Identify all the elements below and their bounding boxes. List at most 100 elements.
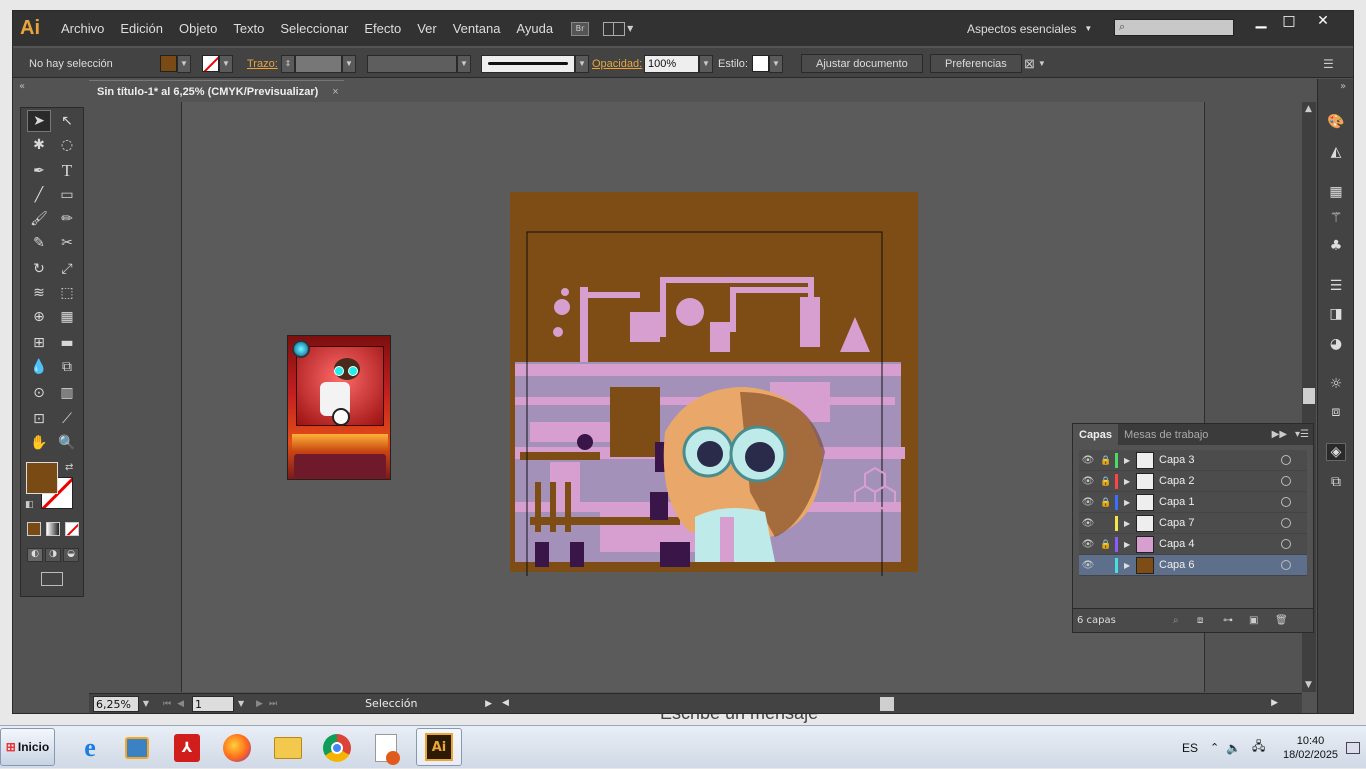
default-colors-icon[interactable]: ◧ [25,500,34,510]
previous-artboard-icon[interactable]: ◀ [177,699,184,709]
internet-explorer-icon[interactable]: e [70,730,110,766]
firefox-icon[interactable] [217,730,257,766]
brushes-icon[interactable]: ⚚ [1326,209,1346,227]
shape-builder-tool-icon[interactable]: ⊕ [27,306,51,328]
language-indicator[interactable]: ES [1182,726,1198,769]
rotate-tool-icon[interactable]: ↻ [27,258,51,280]
fit-document-button[interactable]: Ajustar documento [801,54,923,73]
symbol-sprayer-tool-icon[interactable]: ⊙ [27,382,51,404]
lock-icon[interactable]: 🔒 [1097,497,1115,508]
chevron-down-icon[interactable]: ▼ [139,699,153,708]
lock-icon[interactable]: 🔒 [1097,455,1115,466]
visibility-eye-icon[interactable]: 👁 [1079,455,1097,466]
blend-tool-icon[interactable]: ⧉ [55,356,79,378]
paintbrush-tool-icon[interactable]: 🖌 [27,208,51,230]
lasso-tool-icon[interactable]: ◌ [55,134,79,156]
fill-swatch[interactable] [160,55,177,72]
expand-triangle-icon[interactable]: ▶ [1124,561,1136,570]
blob-brush-tool-icon[interactable]: ✎ [27,232,51,254]
visibility-eye-icon[interactable]: 👁 [1079,518,1097,529]
status-menu-icon[interactable]: ▶ [485,699,492,709]
selection-tool-icon[interactable]: ➤ [27,110,51,132]
layer-name[interactable]: Capa 3 [1159,454,1281,466]
artboards-panel-icon[interactable]: ⧉ [1326,473,1346,491]
variable-width-profile[interactable]: ▼ [367,54,471,73]
arrange-icon[interactable]: ⊠ ▼ [1024,54,1046,73]
none-mode-icon[interactable] [65,522,79,536]
mesh-tool-icon[interactable]: ⊞ [27,332,51,354]
scroll-thumb[interactable] [879,696,894,711]
visibility-eye-icon[interactable]: 👁 [1079,497,1097,508]
stroke-weight-field[interactable] [295,54,342,73]
panel-menu-icon[interactable]: ▾☰ [1295,429,1309,440]
gradient-panel-icon[interactable]: ◨ [1326,305,1346,323]
warp-tool-icon[interactable]: ≋ [27,282,51,304]
menu-item-archivo[interactable]: Archivo [53,21,112,36]
collapse-arrows-icon[interactable]: » [1340,81,1346,92]
close-icon[interactable]: × [332,86,338,98]
last-artboard-icon[interactable]: ⏭ [269,699,277,709]
chrome-icon[interactable] [317,730,357,766]
expand-triangle-icon[interactable]: ▶ [1124,456,1136,465]
expand-triangle-icon[interactable]: ▶ [1124,498,1136,507]
visibility-eye-icon[interactable]: 👁 [1079,539,1097,550]
document-tab[interactable]: Sin título-1* al 6,25% (CMYK/Previsualiz… [89,80,344,102]
acrobat-reader-icon[interactable]: ⅄ [167,730,207,766]
layers-panel-icon[interactable]: ◈ [1326,443,1346,461]
make-clipping-mask-icon[interactable]: ⧈ [1197,615,1203,626]
chevron-down-icon[interactable]: ▼ [769,54,783,73]
transparency-icon[interactable]: ◕ [1326,335,1346,353]
first-artboard-icon[interactable]: ⏮ [163,699,171,709]
scale-tool-icon[interactable]: ⤢ [55,258,79,280]
artboard-number-field[interactable]: 1 [192,695,235,712]
line-tool-icon[interactable]: ╱ [27,184,51,206]
preferences-button[interactable]: Preferencias [930,54,1022,73]
chevron-down-icon[interactable]: ▼ [575,54,589,73]
target-circle-icon[interactable] [1281,455,1291,465]
media-player-icon[interactable] [117,730,157,766]
target-circle-icon[interactable] [1281,539,1291,549]
scroll-thumb[interactable] [1303,388,1315,404]
menu-item-ver[interactable]: Ver [409,21,445,36]
show-desktop-icon[interactable] [1346,726,1360,769]
menu-item-ventana[interactable]: Ventana [445,21,509,36]
show-hidden-icons-icon[interactable]: ⌃ [1210,726,1219,769]
slice-tool-icon[interactable]: ⟋ [55,408,79,430]
opacity-label[interactable]: Opacidad: [592,54,642,73]
layer-row[interactable]: 👁 ▶ Capa 7 [1079,513,1307,534]
tab-artboards[interactable]: Mesas de trabajo [1118,429,1214,441]
target-circle-icon[interactable] [1281,518,1291,528]
fill-swatch-large[interactable] [26,462,58,494]
expand-triangle-icon[interactable]: ▶ [1124,519,1136,528]
layer-name[interactable]: Capa 1 [1159,496,1281,508]
maximize-button[interactable]: □ [1275,11,1303,31]
menu-item-efecto[interactable]: Efecto [356,21,409,36]
chevron-down-icon[interactable]: ▼ [219,54,233,73]
target-circle-icon[interactable] [1281,497,1291,507]
new-sublayer-icon[interactable]: ⊶ [1223,615,1233,626]
layer-row[interactable]: 👁 🔒 ▶ Capa 2 [1079,471,1307,492]
lock-icon[interactable]: 🔒 [1097,539,1115,550]
layer-name[interactable]: Capa 4 [1159,538,1281,550]
fill-color-control[interactable]: ▼ [160,54,191,73]
bridge-button[interactable]: Br [571,21,590,36]
stepper-icon[interactable]: ⇕ [281,54,295,73]
locate-object-icon[interactable]: ⌕ [1173,615,1179,626]
help-search-input[interactable]: ⌕ [1114,19,1234,36]
graphic-style-swatch[interactable] [752,55,769,72]
arrange-documents-icon[interactable] [603,21,626,36]
symbols-icon[interactable]: ♣ [1326,237,1346,255]
scroll-down-icon[interactable]: ▼ [1305,680,1312,690]
draw-behind-icon[interactable]: ◑ [45,548,61,562]
swatches-icon[interactable]: ▦ [1326,183,1346,201]
workspace-switcher[interactable]: Aspectos esenciales ▼ [967,11,1092,46]
target-circle-icon[interactable] [1281,560,1291,570]
expand-triangle-icon[interactable]: ▶ [1124,540,1136,549]
close-button[interactable]: ✕ [1309,11,1337,31]
chevron-down-icon[interactable]: ▼ [234,699,248,708]
color-panel-icon[interactable]: 🎨 [1326,113,1346,131]
stroke-panel-icon[interactable]: ☰ [1326,277,1346,295]
free-transform-tool-icon[interactable]: ⬚ [55,282,79,304]
hand-tool-icon[interactable]: ✋ [27,432,51,454]
menu-item-texto[interactable]: Texto [225,21,272,36]
